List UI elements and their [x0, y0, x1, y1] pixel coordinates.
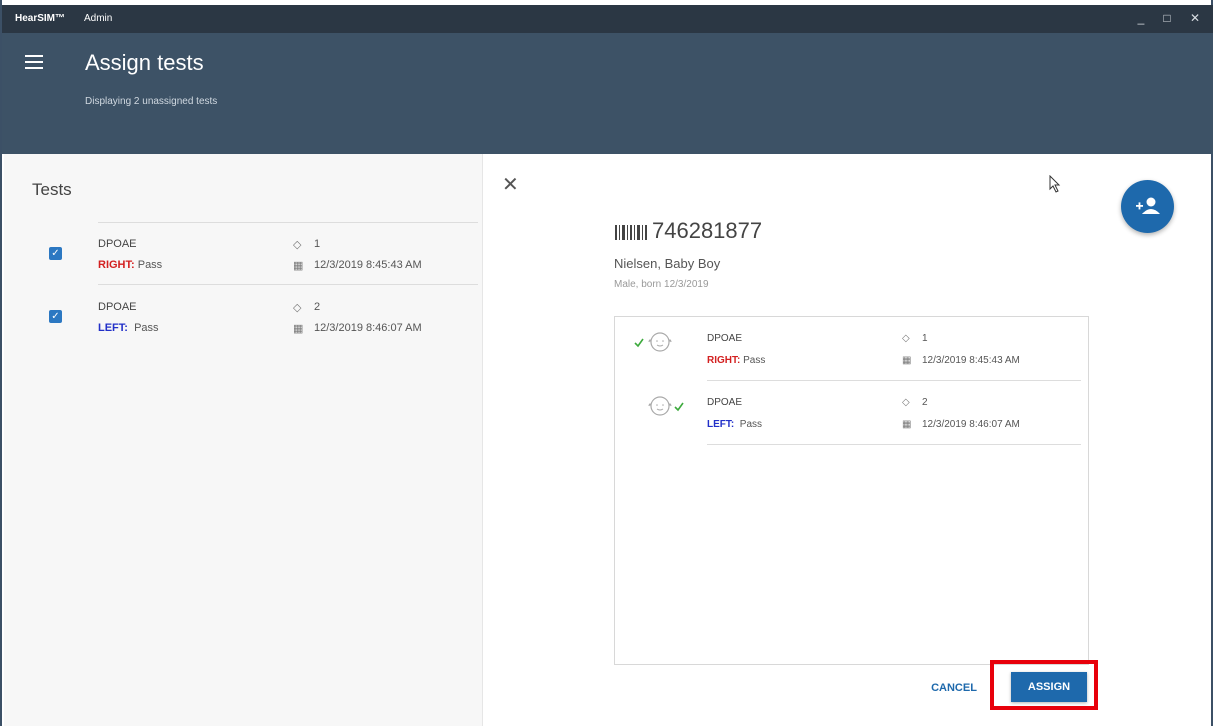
ear-side: RIGHT: — [98, 259, 135, 271]
app-window: HearSIM™ Admin _ □ ✕ Assign tests Displa… — [0, 0, 1213, 726]
ear-side: RIGHT: — [707, 355, 741, 366]
test-tag: 1 — [922, 333, 928, 344]
ear-side: LEFT: — [707, 419, 735, 430]
tag-icon: ◇ — [902, 397, 910, 408]
calendar-icon: ▦ — [293, 260, 304, 272]
result-value: Pass — [740, 355, 766, 366]
divider — [98, 284, 478, 285]
assigned-test-row: DPOAE LEFT: Pass ◇ 2 ▦ 12/3/2019 8:46:07… — [615, 381, 1088, 445]
page-header: Assign tests Displaying 2 unassigned tes… — [2, 33, 1213, 154]
patient-id: 746281877 — [652, 218, 763, 243]
assigned-test-row: DPOAE RIGHT: Pass ◇ 1 ▦ 12/3/2019 8:45:4… — [615, 317, 1088, 381]
tag-icon: ◇ — [902, 333, 910, 344]
test-name: DPOAE — [98, 238, 137, 250]
divider — [707, 444, 1081, 445]
test-name: DPOAE — [707, 397, 743, 408]
section-label: Admin — [84, 13, 113, 24]
menu-icon[interactable] — [25, 55, 43, 69]
test-result: LEFT: Pass — [98, 322, 159, 334]
assigned-tests-card: DPOAE RIGHT: Pass ◇ 1 ▦ 12/3/2019 8:45:4… — [614, 316, 1089, 665]
test-tag: 1 — [314, 238, 321, 250]
test-name: DPOAE — [98, 301, 137, 313]
app-name: HearSIM™ — [15, 13, 66, 24]
add-patient-button[interactable] — [1121, 180, 1174, 233]
divider — [98, 222, 478, 223]
test-datetime: 12/3/2019 8:46:07 AM — [314, 322, 422, 334]
window-close-button[interactable]: ✕ — [1184, 8, 1206, 28]
test-datetime: 12/3/2019 8:45:43 AM — [922, 355, 1020, 366]
calendar-icon: ▦ — [902, 355, 912, 366]
close-icon[interactable]: ✕ — [502, 175, 519, 195]
test-checkbox[interactable]: ✓ — [49, 310, 62, 323]
calendar-icon: ▦ — [902, 419, 912, 430]
page-subtitle: Displaying 2 unassigned tests — [85, 96, 218, 107]
title-bar: HearSIM™ Admin _ □ ✕ — [2, 5, 1213, 33]
mouse-cursor-icon — [1049, 175, 1061, 193]
result-value: Pass — [127, 322, 159, 334]
tag-icon: ◇ — [293, 239, 302, 251]
test-datetime: 12/3/2019 8:46:07 AM — [922, 419, 1020, 430]
test-row[interactable]: ✓ DPOAE RIGHT: Pass ◇ 1 ▦ 12/3/2019 8:45… — [4, 224, 482, 286]
left-ear-pass-icon — [648, 396, 684, 416]
maximize-button[interactable]: □ — [1156, 8, 1178, 28]
test-checkbox[interactable]: ✓ — [49, 247, 62, 260]
test-name: DPOAE — [707, 333, 743, 344]
tag-icon: ◇ — [293, 302, 302, 314]
patient-info: Male, born 12/3/2019 — [614, 279, 709, 290]
tests-panel: Tests ✓ DPOAE RIGHT: Pass ◇ 1 ▦ 12/3/201… — [4, 154, 483, 726]
result-value: Pass — [134, 259, 163, 271]
patient-name: Nielsen, Baby Boy — [614, 256, 721, 271]
test-datetime: 12/3/2019 8:45:43 AM — [314, 259, 422, 271]
result-value: Pass — [734, 419, 763, 430]
add-person-icon — [1136, 197, 1160, 214]
ear-side: LEFT: — [98, 322, 128, 334]
calendar-icon: ▦ — [293, 323, 304, 335]
test-result: RIGHT: Pass — [98, 259, 162, 271]
test-row[interactable]: ✓ DPOAE LEFT: Pass ◇ 2 ▦ 12/3/2019 8:46:… — [4, 287, 482, 349]
tests-panel-title: Tests — [32, 180, 72, 199]
test-result: RIGHT: Pass — [707, 355, 765, 366]
page-title: Assign tests — [85, 50, 204, 75]
test-tag: 2 — [314, 301, 321, 313]
cancel-button[interactable]: CANCEL — [920, 676, 988, 700]
right-ear-pass-icon — [634, 332, 672, 352]
barcode-icon — [615, 225, 647, 240]
minimize-button[interactable]: _ — [1130, 8, 1152, 28]
assign-button[interactable]: ASSIGN — [1011, 672, 1087, 702]
test-tag: 2 — [922, 397, 928, 408]
test-result: LEFT: Pass — [707, 419, 762, 430]
